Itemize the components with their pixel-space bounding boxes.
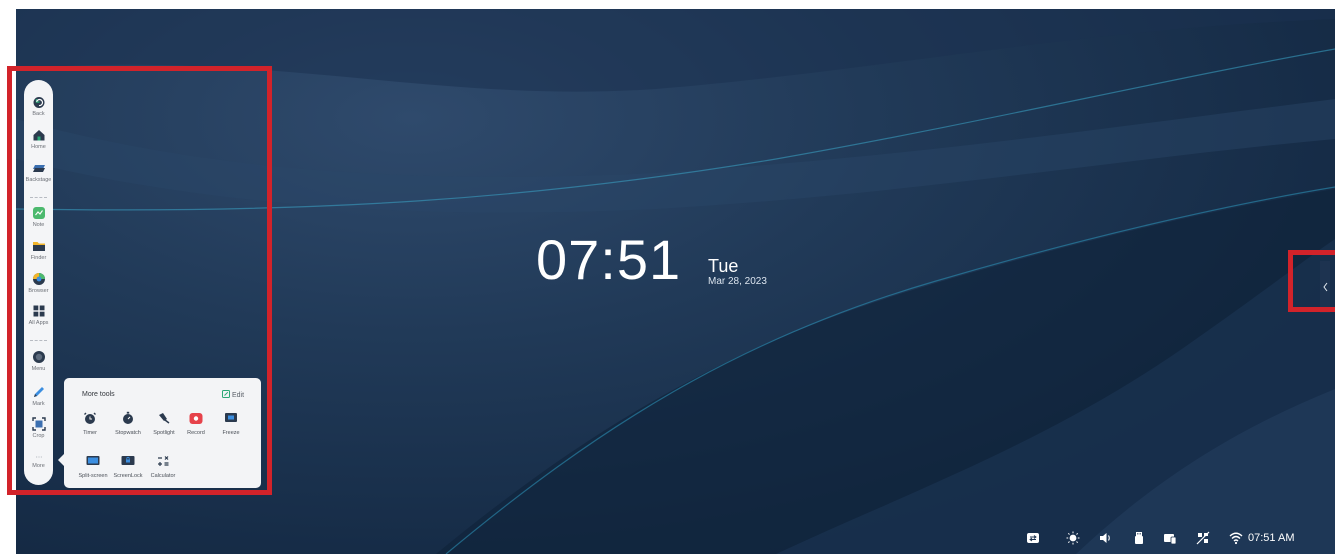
sidebar-item-label: Backstage [25, 177, 52, 183]
back-icon [33, 97, 44, 108]
sidebar-item-back[interactable]: Back [24, 95, 53, 117]
tool-timer[interactable]: Timer [70, 411, 110, 436]
sidebar-item-crop[interactable]: Crop [24, 417, 53, 439]
edit-button[interactable]: Edit [222, 390, 244, 399]
sidebar-item-browser[interactable]: Browser [24, 272, 53, 294]
tool-freeze[interactable]: Freeze [211, 411, 251, 436]
volume-icon[interactable] [1098, 531, 1112, 545]
sidebar-divider [30, 340, 47, 342]
sidebar-item-label: Menu [31, 366, 46, 372]
sidebar-item-label: All Apps [28, 320, 49, 326]
tool-label: Freeze [222, 430, 240, 436]
sidebar-item-label: Note [32, 222, 45, 228]
clock-time: 07:51 [536, 228, 682, 291]
more-icon [35, 456, 42, 458]
tool-label: Calculator [150, 473, 176, 479]
sidebar-item-more[interactable]: More [24, 453, 53, 469]
sidebar-item-finder[interactable]: Finder [24, 239, 53, 261]
freeze-icon [225, 413, 237, 422]
clock-date: Mar 28, 2023 [708, 276, 767, 287]
cast-icon[interactable] [1163, 531, 1177, 545]
split-screen-icon [86, 456, 100, 465]
floating-sidebar: Back Home Backstage Note Finder Browser … [24, 80, 53, 485]
tool-label: Timer [83, 430, 97, 436]
tool-stopwatch[interactable]: Stopwatch [108, 411, 148, 436]
sidebar-item-label: Crop [32, 433, 45, 439]
sidebar-item-note[interactable]: Note [24, 206, 53, 228]
highlight-box-edge [1288, 250, 1335, 312]
sidebar-item-backstage[interactable]: Backstage [24, 161, 53, 183]
clock-day: Tue [708, 256, 739, 276]
apps-grid-icon [33, 305, 44, 317]
sidebar-divider [30, 197, 47, 199]
tool-record[interactable]: Record [176, 411, 216, 436]
sidebar-item-label: Finder [30, 255, 47, 261]
crop-icon [31, 417, 46, 431]
usb-icon[interactable] [1132, 531, 1146, 545]
record-icon [189, 413, 203, 424]
calculator-icon [158, 456, 169, 466]
status-time: 07:51 AM [1248, 532, 1295, 544]
tool-label: Split-screen [78, 473, 108, 479]
edit-label: Edit [231, 392, 245, 399]
note-icon [32, 207, 45, 219]
tool-label: ScreenLock [113, 473, 143, 479]
more-tools-title: More tools [82, 391, 115, 398]
tool-screen-lock[interactable]: ScreenLock [108, 454, 148, 479]
sidebar-item-mark[interactable]: Mark [24, 385, 53, 407]
edit-icon [222, 390, 230, 398]
network-disconnected-icon[interactable] [1196, 531, 1210, 545]
browser-icon [32, 273, 45, 285]
timer-icon [84, 412, 96, 424]
screen-lock-icon [121, 456, 135, 465]
backstage-icon [32, 165, 45, 172]
sidebar-item-menu[interactable]: Menu [24, 350, 53, 372]
home-icon [33, 130, 44, 141]
more-tools-panel: More tools Edit Timer Stopwatch Spotligh… [64, 378, 261, 488]
input-source-icon[interactable] [1026, 531, 1040, 545]
tool-split-screen[interactable]: Split-screen [73, 454, 113, 479]
sidebar-item-label: More [32, 463, 45, 469]
sidebar-item-label: Back [32, 111, 45, 117]
spotlight-icon [159, 413, 170, 424]
tool-label: Record [187, 430, 205, 436]
sidebar-item-label: Browser [28, 288, 49, 294]
stopwatch-icon [123, 411, 133, 424]
menu-icon [32, 351, 45, 363]
brightness-icon[interactable] [1066, 531, 1080, 545]
pen-icon [33, 387, 44, 397]
sidebar-item-all-apps[interactable]: All Apps [24, 304, 53, 326]
tool-calculator[interactable]: Calculator [143, 454, 183, 479]
tool-label: Stopwatch [115, 430, 141, 436]
sidebar-item-home[interactable]: Home [24, 128, 53, 150]
sidebar-item-label: Home [31, 144, 46, 150]
sidebar-item-label: Mark [32, 401, 45, 407]
wifi-icon[interactable] [1229, 531, 1243, 545]
folder-icon [32, 242, 45, 251]
